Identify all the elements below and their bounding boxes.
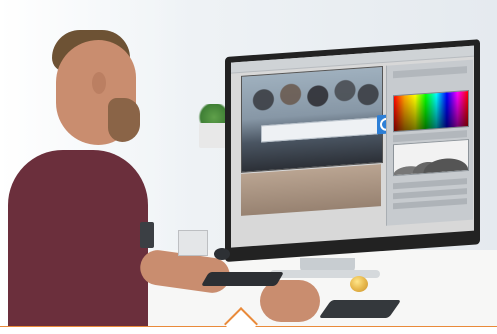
monitor-screen bbox=[231, 45, 474, 248]
property-row[interactable] bbox=[393, 188, 467, 200]
computer-monitor bbox=[225, 39, 480, 262]
desk-ball bbox=[350, 276, 368, 292]
desk-speaker bbox=[214, 248, 230, 260]
photo-floor bbox=[241, 164, 381, 216]
property-rows bbox=[393, 178, 467, 218]
person-hand bbox=[260, 280, 320, 322]
person-torso bbox=[8, 150, 148, 334]
property-row[interactable] bbox=[393, 198, 467, 210]
editor-right-panel bbox=[386, 59, 473, 226]
desk-box bbox=[178, 230, 208, 256]
photo-scene bbox=[0, 0, 497, 334]
drawing-tablet bbox=[318, 300, 402, 318]
pen-cup bbox=[140, 222, 154, 248]
person-beard bbox=[108, 98, 140, 142]
panel-header bbox=[393, 66, 467, 79]
color-picker-shade bbox=[394, 91, 468, 132]
histogram-graph bbox=[394, 140, 468, 176]
keyboard bbox=[200, 272, 285, 286]
person-ear bbox=[92, 72, 106, 94]
color-picker[interactable] bbox=[393, 89, 469, 133]
property-row[interactable] bbox=[393, 178, 467, 190]
callout-panel bbox=[0, 327, 497, 334]
histogram bbox=[393, 138, 469, 177]
